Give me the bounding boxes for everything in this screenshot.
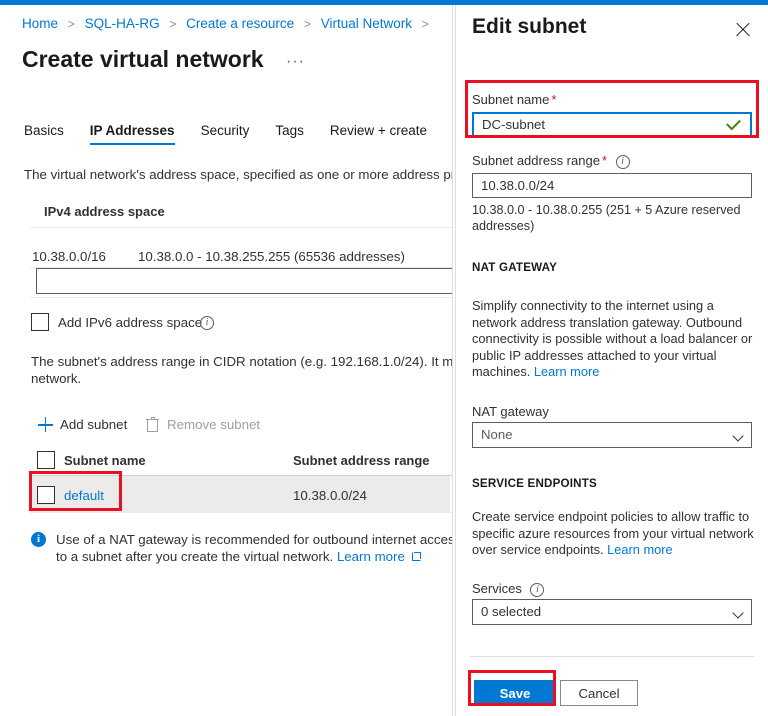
address-space-description: The virtual network's address space, spe… — [24, 167, 452, 182]
breadcrumb-item-home[interactable]: Home — [22, 16, 58, 31]
chevron-down-icon — [732, 607, 744, 619]
breadcrumb-item-resource-group[interactable]: SQL-HA-RG — [85, 16, 160, 31]
nat-gateway-learn-more-link[interactable]: Learn more — [534, 364, 599, 379]
breadcrumb-separator-icon: > — [303, 17, 311, 31]
information-icon: i — [31, 532, 46, 547]
chevron-down-icon — [732, 430, 744, 442]
plus-icon — [38, 417, 53, 432]
more-options-icon[interactable]: ··· — [286, 53, 305, 71]
subnet-range-hint-line2: network. — [31, 371, 82, 386]
tab-list: Basics IP Addresses Security Tags Review… — [24, 123, 452, 145]
create-virtual-network-blade: Home > SQL-HA-RG > Create a resource > V… — [0, 5, 452, 716]
external-link-icon — [411, 552, 421, 561]
required-marker: * — [551, 92, 557, 107]
save-button[interactable]: Save — [474, 680, 556, 706]
subnet-row-checkbox[interactable] — [37, 486, 55, 504]
nat-gateway-description-text: Simplify connectivity to the internet us… — [472, 298, 753, 379]
nat-info-banner-line1: Use of a NAT gateway is recommended for … — [56, 532, 452, 547]
subnet-address-range-hint: 10.38.0.0 - 10.38.0.255 (251 + 5 Azure r… — [472, 203, 741, 233]
subnet-name-label-text: Subnet name — [472, 92, 550, 107]
ipv4-range-value: 10.38.0.0 - 10.38.255.255 (65536 address… — [138, 249, 405, 264]
service-endpoints-description: Create service endpoint policies to allo… — [472, 509, 754, 559]
footer-divider — [470, 656, 754, 657]
tab-ip-addresses[interactable]: IP Addresses — [89, 123, 175, 145]
tab-security[interactable]: Security — [201, 123, 250, 145]
edit-subnet-pane: Edit subnet Subnet name * DC-subnet Subne… — [456, 5, 768, 716]
tab-review-create[interactable]: Review + create — [330, 123, 427, 145]
ipv4-cidr-value: 10.38.0.0/16 — [32, 249, 106, 264]
breadcrumb-separator-icon: > — [421, 17, 429, 31]
trash-icon — [146, 417, 159, 432]
info-icon[interactable]: i — [615, 154, 630, 169]
nat-info-banner-line2: to a subnet after you create the virtual… — [56, 548, 421, 565]
subnet-row-address-range: 10.38.0.0/24 — [293, 488, 367, 503]
add-subnet-label: Add subnet — [60, 417, 128, 432]
subnet-select-all-checkbox[interactable] — [37, 451, 55, 469]
nat-gateway-description: Simplify connectivity to the internet us… — [472, 298, 754, 381]
nat-gateway-dropdown[interactable]: None — [472, 422, 752, 448]
subnet-row-name-link[interactable]: default — [64, 488, 104, 503]
nat-gateway-selected-value: None — [481, 427, 513, 442]
close-icon[interactable] — [732, 19, 754, 41]
info-icon[interactable]: i — [530, 582, 545, 597]
nat-info-learn-more-link[interactable]: Learn more — [337, 549, 405, 564]
breadcrumb-item-create-a-resource[interactable]: Create a resource — [186, 16, 294, 31]
subnet-address-range-label: Subnet address range * i — [472, 153, 630, 169]
edit-subnet-title: Edit subnet — [472, 15, 587, 38]
remove-subnet-button[interactable]: Remove subnet — [146, 417, 260, 432]
services-field-label-text: Services — [472, 581, 522, 596]
add-ipv6-checkbox[interactable] — [31, 313, 49, 331]
add-ipv6-label: Add IPv6 address space — [58, 315, 203, 330]
subnet-name-input[interactable]: DC-subnet — [472, 112, 752, 137]
subnet-name-column-header: Subnet name — [64, 453, 146, 468]
service-endpoints-learn-more-link[interactable]: Learn more — [607, 542, 672, 557]
subnet-address-range-label-text: Subnet address range — [472, 153, 600, 168]
cancel-button[interactable]: Cancel — [560, 680, 638, 706]
subnet-address-range-input[interactable]: 10.38.0.0/24 — [472, 173, 752, 198]
nat-gateway-section-title: NAT GATEWAY — [472, 261, 558, 274]
table-divider — [30, 512, 452, 513]
new-address-space-input[interactable] — [36, 268, 452, 294]
services-selected-value: 0 selected — [481, 604, 542, 619]
subnet-address-range-column-header: Subnet address range — [293, 453, 430, 468]
services-field-label: Services i — [472, 581, 545, 597]
app-root: Home > SQL-HA-RG > Create a resource > V… — [0, 0, 768, 716]
add-subnet-button[interactable]: Add subnet — [38, 417, 127, 432]
table-divider — [30, 227, 452, 228]
tab-tags[interactable]: Tags — [275, 123, 304, 145]
page-title: Create virtual network — [22, 46, 264, 72]
remove-subnet-label: Remove subnet — [167, 417, 261, 432]
tab-basics[interactable]: Basics — [24, 123, 64, 145]
services-dropdown[interactable]: 0 selected — [472, 599, 752, 625]
required-marker: * — [601, 153, 607, 168]
table-divider — [30, 297, 452, 298]
nat-gateway-field-label: NAT gateway — [472, 404, 549, 419]
subnet-name-label: Subnet name * — [472, 92, 556, 107]
nat-info-banner-text2: to a subnet after you create the virtual… — [56, 549, 334, 564]
breadcrumb-separator-icon: > — [169, 17, 177, 31]
info-icon[interactable]: i — [200, 316, 214, 330]
service-endpoints-section-title: SERVICE ENDPOINTS — [472, 477, 597, 490]
breadcrumb-item-virtual-network[interactable]: Virtual Network — [321, 16, 412, 31]
subnet-range-hint-line1: The subnet's address range in CIDR notat… — [31, 354, 452, 369]
breadcrumb-separator-icon: > — [67, 17, 75, 31]
breadcrumb: Home > SQL-HA-RG > Create a resource > V… — [22, 16, 435, 31]
ipv4-address-space-header: IPv4 address space — [44, 204, 165, 219]
